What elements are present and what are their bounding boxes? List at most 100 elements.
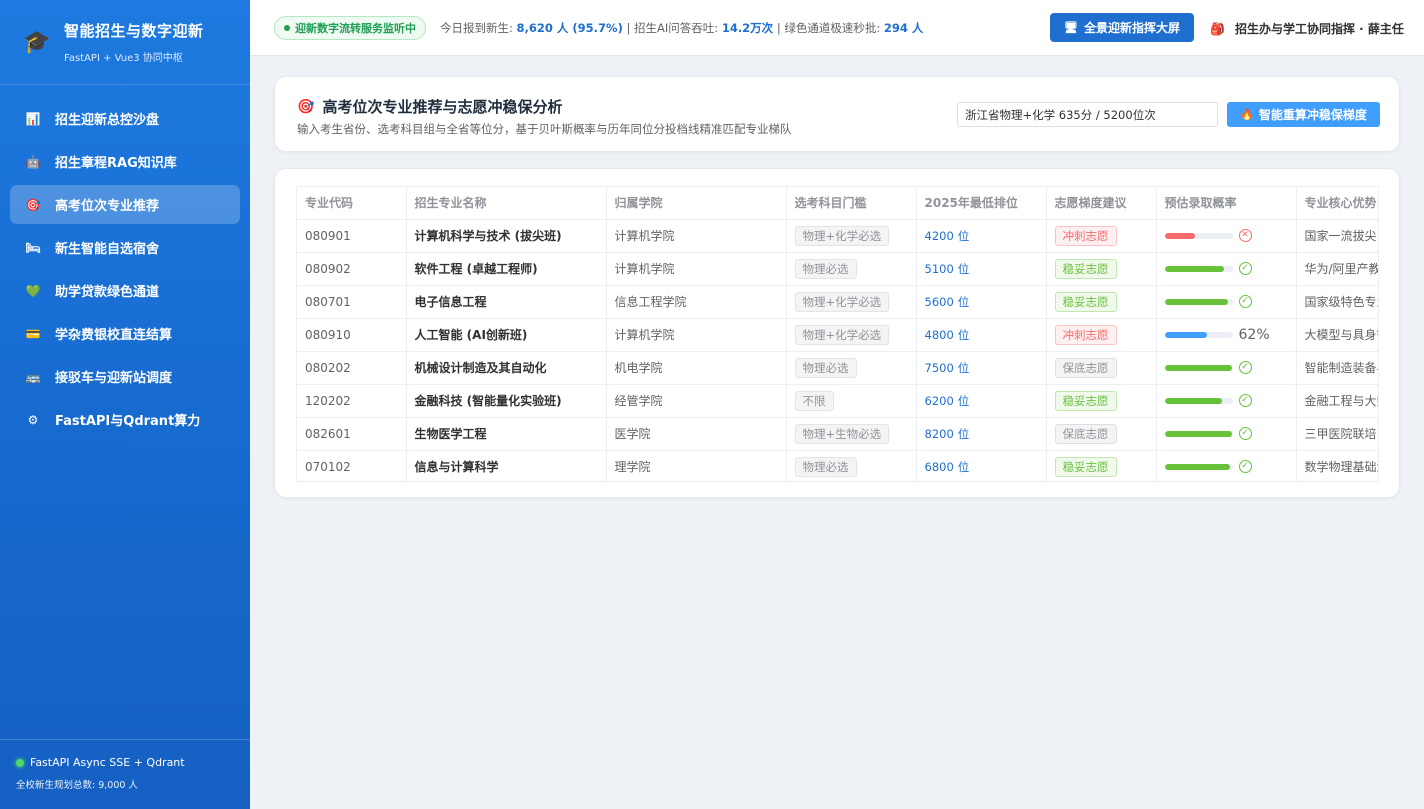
probability-bar [1164,364,1233,371]
gear-icon: ⚙ [27,412,39,427]
sidebar-item-3[interactable]: 🛏 新生智能自选宿舍 [10,228,240,267]
major-name: 人工智能 (AI创新班) [406,318,607,352]
recalculate-button[interactable]: 🔥 智能重算冲稳保梯度 [1227,102,1380,127]
probability-indicator: ✓ [1164,361,1288,374]
probability-indicator: ✓ [1164,295,1288,308]
probability-bar [1164,430,1233,437]
college-name: 计算机学院 [606,318,787,352]
service-status: FastAPI Async SSE + Qdrant [16,756,250,769]
tier-cell: 保底志愿 [1046,351,1157,385]
sidebar-item-label: 新生智能自选宿舍 [55,242,160,257]
target-icon: 🎯 [25,197,41,212]
total-freshmen-count: 全校新生规划总数: 9,000 人 [16,780,138,791]
probability-bar [1164,265,1233,272]
table-row[interactable]: 070102信息与计算科学理学院物理必选 6800位 稳妥志愿 ✓ 数学物理基础深厚 [297,450,1378,481]
column-header[interactable]: 归属学院 [606,187,787,220]
column-header[interactable]: 招生专业名称 [406,187,607,220]
table-row[interactable]: 080910 人工智能 (AI创新班) 计算机学院 物理+化学必选 4800 位 冲刺志愿 6… [297,318,1378,352]
tier-badge: 冲刺志愿 [1054,324,1117,345]
subject-tag: 物理必选 [794,258,857,279]
tier-cell: 稳妥志愿 [1046,384,1157,418]
major-advantage: 数学物理基础深厚 [1296,450,1378,481]
query-card: 🎯 高考位次专业推荐与志愿冲稳保分析 输入考生省份、选考科目组与全省等位分，基于… [274,76,1400,152]
major-name: 生物医学工程 [406,417,607,451]
sidebar-item-7[interactable]: ⚙ FastAPI与Qdrant算力 [10,400,240,439]
top-header: 迎新数字流转服务监听中 今日报到新生: 8,620 人 (95.7%) | 招生… [250,0,1424,56]
major-code: 080902 [297,252,407,286]
subject-tag: 物理+化学必选 [794,225,890,246]
table-scroll-area[interactable]: 专业代码 招生专业名称 归属学院 选考科目门槛 2025年最低排位 志愿梯度建议 预估录取概… [296,186,1379,482]
stat-ai-qa-value: 14.2万次 [721,20,774,35]
user-info[interactable]: 🎒 招生办与学工协同指挥 · 薛主任 [1210,20,1404,37]
min-rank-cell: 5600 位 [916,285,1047,319]
column-header[interactable]: 2025年最低排位 [916,187,1047,220]
column-header[interactable]: 志愿梯度建议 [1046,187,1157,220]
table-row[interactable]: 080701 电子信息工程 信息工程学院 物理+化学必选 5600 位 稳妥志愿 ✓ 国家级特色… [297,285,1378,319]
sidebar-nav: 📊 招生迎新总控沙盘 🤖 招生章程RAG知识库 🎯 高考位次专业推荐 🛏 新生智能自选宿舍 💚 助… [0,85,250,439]
sidebar-item-4[interactable]: 💚 助学贷款绿色通道 [10,271,240,310]
command-screen-button[interactable]: 🖥 全景迎新指挥大屏 [1050,13,1194,42]
rank-unit: 位 [957,459,970,474]
bed-icon: 🛏 [25,240,41,255]
column-header[interactable]: 专业核心优势 [1296,187,1378,220]
monitor-icon: 🖥 [1064,22,1078,34]
rank-unit: 位 [957,426,970,441]
subject-tag: 物理必选 [794,456,857,477]
probability-indicator: ✕ [1164,229,1288,242]
query-title: 🎯 高考位次专业推荐与志愿冲稳保分析 [297,96,562,117]
card-icon: 💳 [25,326,41,341]
major-code: 080910 [297,318,407,352]
sidebar-item-label: 招生迎新总控沙盘 [55,113,160,128]
probability-bar-fill [1164,331,1207,338]
probability-bar [1164,232,1233,239]
min-rank-value: 5100 位 [925,262,970,276]
probability-cell: 62% [1156,318,1297,352]
check-circle-icon: ✓ [1238,262,1252,275]
min-rank-value: 4200 位 [925,229,970,243]
probability-indicator: 62% [1164,326,1288,343]
table-row[interactable]: 082601 生物医学工程 医学院 物理+生物必选 8200 位 保底志愿 ✓ 三甲医院联培 [297,417,1378,451]
header-stats: 今日报到新生: 8,620 人 (95.7%) | 招生AI问答吞吐: 14.2… [440,20,923,36]
major-name: 软件工程 (卓越工程师) [406,252,607,286]
major-name: 计算机科学与技术 (拔尖班) [406,219,607,253]
probability-bar-fill [1164,298,1228,305]
chart-icon: 📊 [25,111,41,126]
column-header[interactable]: 选考科目门槛 [786,187,917,220]
min-rank-number: 6200 [924,393,954,408]
college-name: 计算机学院 [606,252,787,286]
app-title: 智能招生与数字迎新 [64,22,204,40]
check-circle-icon: ✓ [1238,394,1252,407]
sidebar-item-0[interactable]: 📊 招生迎新总控沙盘 [10,99,240,138]
min-rank-number: 5100 [924,261,954,276]
robot-icon: 🤖 [25,154,41,169]
sidebar-item-1[interactable]: 🤖 招生章程RAG知识库 [10,142,240,181]
score-rank-input[interactable] [957,102,1218,127]
college-name: 机电学院 [606,351,787,385]
table-row[interactable]: 120202 金融科技 (智能量化实验班) 经管学院 不限 6200 位 稳妥志愿 ✓ 金融工程… [297,384,1378,418]
table-row[interactable]: 080202 机械设计制造及其自动化 机电学院 物理必选 7500 位 保底志愿 ✓ 智能制造装… [297,351,1378,385]
subject-tag: 物理+化学必选 [794,324,890,345]
sidebar-item-2[interactable]: 🎯 高考位次专业推荐 [10,185,240,224]
sidebar-item-5[interactable]: 💳 学杂费银校直连结算 [10,314,240,353]
probability-indicator: ✓ [1164,262,1288,275]
rank-unit: 位 [957,228,970,243]
check-circle-icon: ✓ [1238,361,1252,374]
tier-badge: 稳妥志愿 [1054,258,1117,279]
command-screen-button-label: 全景迎新指挥大屏 [1083,21,1180,35]
rank-unit: 位 [957,327,970,342]
table-row[interactable]: 080902 软件工程 (卓越工程师) 计算机学院 物理必选 5100 位 稳妥志愿 ✓ 华为/… [297,252,1378,286]
probability-percent: 62% [1238,326,1270,343]
table-row[interactable]: 080901 计算机科学与技术 (拔尖班) 计算机学院 物理+化学必选 4200 位 冲刺志… [297,219,1378,253]
min-rank-cell: 6800 位 [916,450,1047,481]
sidebar-item-6[interactable]: 🚌 接驳车与迎新站调度 [10,357,240,396]
column-header[interactable]: 专业代码 [297,187,407,220]
user-badge-icon: 🎒 [1210,21,1225,36]
service-status-text: FastAPI Async SSE + Qdrant [30,756,185,769]
stat-green-channel-label: | 绿色通道极速秒批: [773,20,884,35]
user-name: 招生办与学工协同指挥 · 薛主任 [1234,22,1404,36]
stat-green-channel-value: 294 人 [883,20,924,35]
column-header[interactable]: 预估录取概率 [1156,187,1297,220]
recommendation-table-card: 专业代码 招生专业名称 归属学院 选考科目门槛 2025年最低排位 志愿梯度建议 预估录取概… [274,168,1400,498]
subject-tag: 物理必选 [794,357,857,378]
min-rank-cell: 7500 位 [916,351,1047,385]
